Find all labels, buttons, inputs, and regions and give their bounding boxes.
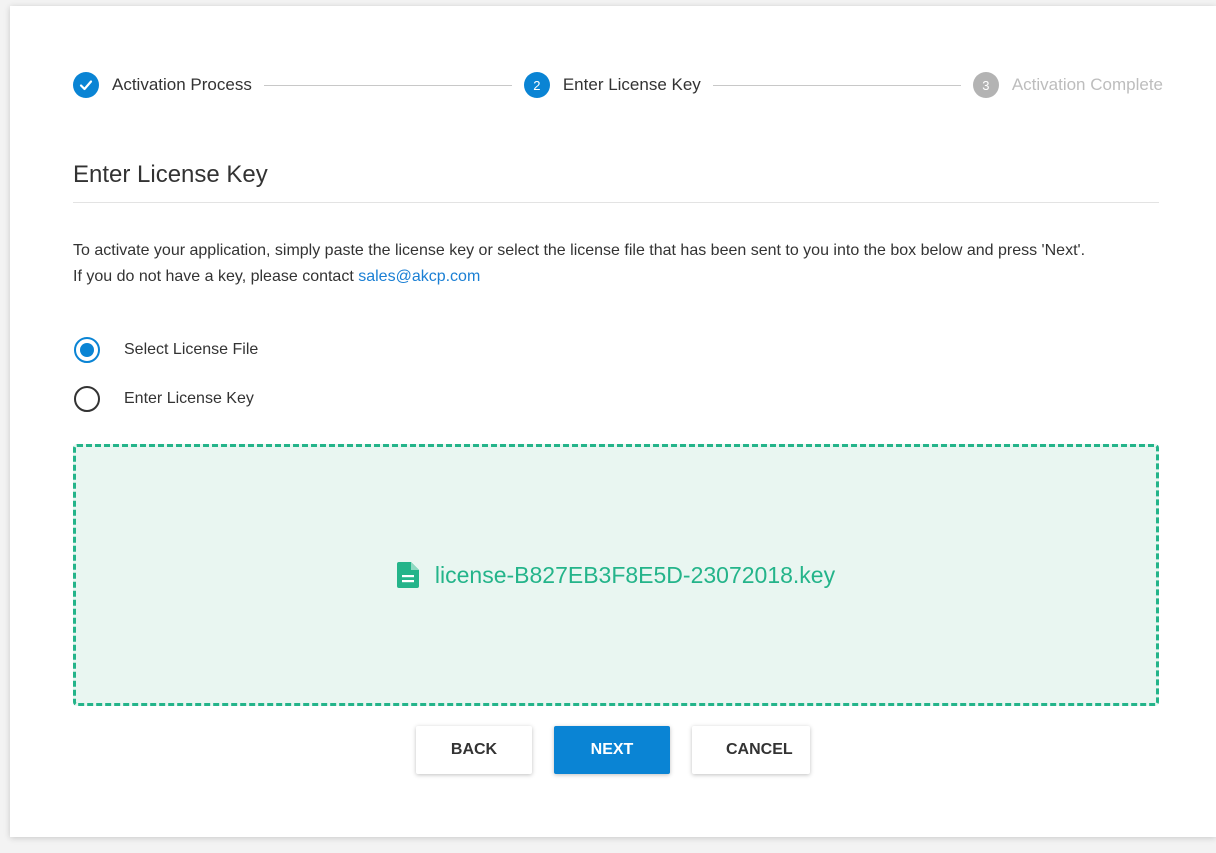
- back-button[interactable]: BACK: [416, 726, 532, 774]
- check-icon: [73, 72, 99, 98]
- cancel-button[interactable]: CANCEL: [692, 726, 810, 774]
- selected-file: license-B827EB3F8E5D-23072018.key: [396, 561, 836, 589]
- title-divider: [73, 202, 1159, 203]
- radio-select-license-file[interactable]: Select License File: [74, 337, 258, 363]
- step-number-badge: 2: [523, 72, 550, 98]
- instructions-text: To activate your application, simply pas…: [73, 238, 1163, 290]
- radio-enter-license-key[interactable]: Enter License Key: [74, 386, 254, 412]
- radio-button-checked[interactable]: [74, 337, 100, 363]
- sales-email-link[interactable]: sales@akcp.com: [358, 268, 480, 285]
- radio-label: Enter License Key: [124, 390, 254, 407]
- instructions-line-1: To activate your application, simply pas…: [73, 242, 1086, 259]
- instructions-line-2: If you do not have a key, please contact…: [73, 264, 1163, 290]
- contact-prefix: If you do not have a key, please contact: [73, 268, 359, 285]
- page-title: Enter License Key: [73, 161, 268, 188]
- file-name: license-B827EB3F8E5D-23072018.key: [434, 561, 836, 588]
- step-connector: [712, 84, 961, 86]
- step-connector: [263, 84, 512, 86]
- step-number-badge: 3: [972, 72, 999, 98]
- step-activation-complete: 3 Activation Complete: [972, 72, 1163, 98]
- step-label: Activation Process: [112, 75, 252, 94]
- license-file-dropzone[interactable]: license-B827EB3F8E5D-23072018.key: [73, 444, 1159, 706]
- file-document-icon: [396, 562, 419, 588]
- step-enter-license-key: 2 Enter License Key: [523, 72, 701, 98]
- radio-label: Select License File: [124, 341, 259, 358]
- step-label: Activation Complete: [1011, 75, 1163, 94]
- action-buttons: BACK NEXT CANCEL: [10, 726, 1216, 774]
- stepper: Activation Process 2 Enter License Key 3…: [73, 68, 1163, 102]
- step-label: Enter License Key: [562, 75, 701, 94]
- activation-card: Activation Process 2 Enter License Key 3…: [10, 6, 1216, 837]
- step-activation-process: Activation Process: [73, 72, 252, 98]
- radio-button-unchecked[interactable]: [74, 386, 100, 412]
- next-button[interactable]: NEXT: [554, 726, 670, 774]
